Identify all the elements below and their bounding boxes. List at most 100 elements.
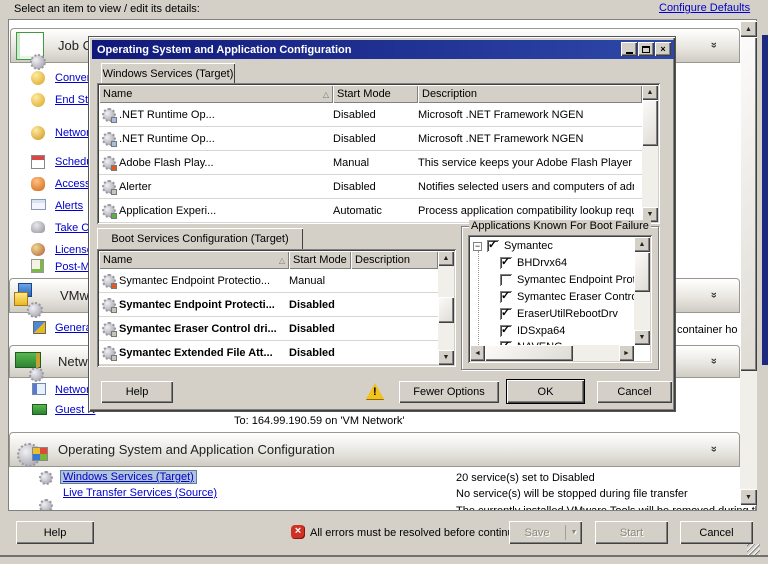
tree-collapse-icon[interactable]: −	[473, 242, 482, 251]
dialog-titlebar[interactable]: Operating System and Application Configu…	[92, 40, 674, 59]
collapse-chevron-icon[interactable]: «	[708, 42, 720, 48]
save-button[interactable]: Save ▼	[509, 521, 582, 544]
scroll-down-icon[interactable]: ▼	[438, 350, 454, 365]
scroll-down-icon[interactable]: ▼	[740, 489, 757, 505]
table-row[interactable]: Alerter Disabled Notifies selected users…	[99, 175, 642, 199]
service-status-dot	[111, 283, 117, 289]
table-row[interactable]: Symantec Extended File Att... Disabled	[99, 341, 438, 365]
column-start-mode-label: Start Mode	[337, 88, 391, 100]
dialog-cancel-button[interactable]: Cancel	[597, 381, 672, 403]
tree-item-label: Symantec	[504, 240, 553, 252]
scroll-down-icon[interactable]: ▼	[634, 330, 650, 345]
scroll-up-icon[interactable]: ▲	[438, 251, 454, 266]
table-row[interactable]: Symantec Endpoint Protecti... Disabled	[99, 293, 438, 317]
close-button[interactable]: ×	[655, 42, 671, 56]
service-start-mode: Manual	[285, 275, 347, 287]
scroll-up-icon[interactable]: ▲	[634, 237, 650, 252]
guest-nic-icon	[32, 404, 47, 415]
sidebar-item-post-migration[interactable]: Post-Mi	[55, 261, 92, 273]
collapse-chevron-icon[interactable]: «	[708, 292, 720, 298]
cancel-label: Cancel	[699, 527, 733, 539]
column-header-description[interactable]: Description	[418, 85, 642, 103]
save-dropdown-icon[interactable]: ▼	[566, 529, 582, 536]
collapse-chevron-icon[interactable]: «	[708, 446, 720, 452]
start-button[interactable]: Start	[595, 521, 668, 544]
tree-item[interactable]: BHDrvx64	[500, 257, 567, 269]
tree-item[interactable]: Symantec Endpoint Protec	[500, 274, 634, 286]
column-header-start-mode[interactable]: Start Mode	[289, 251, 351, 269]
services-table-scrollbar[interactable]: ▲ ▼	[642, 85, 658, 222]
scrollbar-thumb[interactable]	[634, 252, 650, 292]
to-address-line: To: 164.99.190.59 on 'VM Network'	[234, 415, 405, 427]
sidebar-item-alerts[interactable]: Alerts	[55, 200, 83, 212]
table-row[interactable]: Symantec Eraser Control dri... Disabled	[99, 317, 438, 341]
sort-ascending-icon: △	[279, 256, 285, 265]
tree-item[interactable]: IDSxpa64	[500, 325, 565, 337]
table-row[interactable]: .NET Runtime Op... Disabled Microsoft .N…	[99, 127, 642, 151]
fewer-options-button[interactable]: Fewer Options	[399, 381, 499, 403]
tab-boot-services-label: Boot Services Configuration (Target)	[111, 233, 288, 245]
table-row[interactable]: Symantec Endpoint Protectio... Manual	[99, 269, 438, 293]
alerts-envelope-icon	[31, 199, 46, 210]
help-button[interactable]: Help	[16, 521, 94, 544]
scrollbar-thumb[interactable]	[485, 345, 573, 361]
sidebar-item-access[interactable]: Access	[55, 178, 90, 190]
cancel-button[interactable]: Cancel	[680, 521, 753, 544]
checkbox[interactable]	[500, 325, 512, 337]
ok-button[interactable]: OK	[506, 379, 585, 404]
checkbox[interactable]	[500, 257, 512, 269]
os-row-windows-services[interactable]: Windows Services (Target)	[61, 471, 196, 483]
configure-defaults-link[interactable]: Configure Defaults	[659, 2, 750, 14]
scroll-up-icon[interactable]: ▲	[642, 85, 658, 100]
table-row[interactable]: Adobe Flash Play... Manual This service …	[99, 151, 642, 175]
os-row-live-transfer[interactable]: Live Transfer Services (Source)	[63, 487, 217, 499]
main-scrollbar-thumb[interactable]	[740, 37, 757, 371]
tree-item[interactable]: EraserUtilRebootDrv	[500, 308, 618, 320]
column-header-name[interactable]: Name△	[99, 251, 289, 269]
tab-boot-services[interactable]: Boot Services Configuration (Target)	[97, 228, 303, 249]
tree-item[interactable]: Symantec Eraser Control c	[500, 291, 634, 303]
tree-vertical-scrollbar[interactable]: ▲ ▼	[634, 237, 650, 345]
scrollbar-thumb[interactable]	[438, 297, 454, 323]
collapse-chevron-icon[interactable]: «	[708, 358, 720, 364]
close-icon: ×	[660, 44, 665, 54]
section-header-os-app-config[interactable]: Operating System and Application Configu…	[9, 432, 740, 467]
column-description-label: Description	[355, 254, 410, 266]
scroll-up-icon[interactable]: ▲	[740, 21, 757, 37]
tree-item-root[interactable]: − Symantec	[473, 240, 553, 252]
checkbox[interactable]	[500, 308, 512, 320]
column-header-start-mode[interactable]: Start Mode	[333, 85, 418, 103]
sidebar-item-schedule[interactable]: Schedu	[55, 156, 92, 168]
table-row[interactable]: .NET Runtime Op... Disabled Microsoft .N…	[99, 103, 642, 127]
dialog-help-button[interactable]: Help	[101, 381, 173, 403]
column-header-name[interactable]: Name△	[99, 85, 333, 103]
minimize-button[interactable]	[621, 42, 637, 56]
post-migration-icon	[31, 259, 44, 273]
help-label: Help	[126, 386, 149, 398]
maximize-button[interactable]	[638, 42, 654, 56]
main-vertical-scrollbar[interactable]: ▲ ▼	[740, 21, 757, 505]
services-table-body: .NET Runtime Op... Disabled Microsoft .N…	[99, 103, 642, 222]
service-start-mode: Disabled	[329, 133, 414, 145]
service-gear-icon	[103, 347, 115, 359]
scroll-right-icon[interactable]: ►	[619, 345, 634, 361]
checkbox[interactable]	[500, 291, 512, 303]
checkbox[interactable]	[500, 274, 512, 286]
service-gear-icon	[103, 181, 115, 193]
error-icon: ×	[291, 525, 305, 539]
column-header-description[interactable]: Description	[351, 251, 438, 269]
schedule-calendar-icon	[31, 155, 45, 169]
scrollbar-thumb[interactable]	[642, 100, 658, 146]
tree-horizontal-scrollbar[interactable]: ◄ ►	[470, 345, 634, 361]
os-row-live-transfer-desc: No service(s) will be stopped during fil…	[456, 488, 688, 500]
tab-windows-services[interactable]: Windows Services (Target)	[101, 63, 235, 84]
boot-table-scrollbar[interactable]: ▲ ▼	[438, 251, 454, 365]
conversion-icon	[31, 71, 45, 85]
window-bottom-frame	[0, 555, 768, 564]
service-name: Symantec Eraser Control dri...	[115, 323, 285, 335]
service-name: Application Experi...	[115, 205, 329, 217]
sidebar-item-take-control[interactable]: Take C	[55, 222, 89, 234]
scroll-left-icon[interactable]: ◄	[470, 345, 485, 361]
network-job-icon	[31, 126, 45, 140]
checkbox[interactable]	[487, 240, 499, 252]
